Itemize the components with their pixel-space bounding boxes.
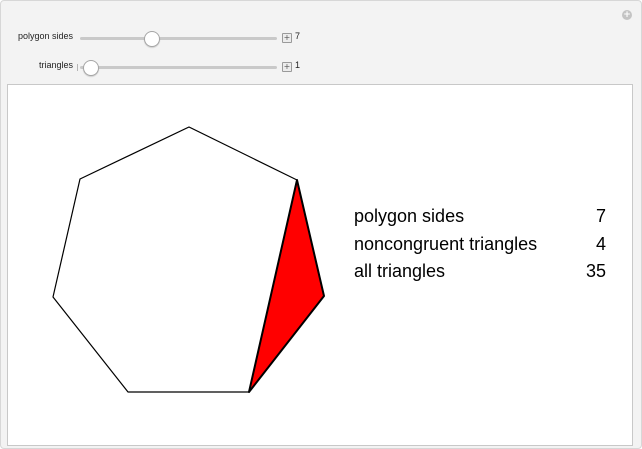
stat-value-noncongruent-triangles: 4 bbox=[595, 233, 606, 254]
stat-row: polygon sides 7 bbox=[354, 206, 614, 234]
stat-row: all triangles 35 bbox=[354, 261, 614, 289]
stat-label-noncongruent-triangles: noncongruent triangles bbox=[354, 233, 538, 254]
stat-value-all-triangles: 35 bbox=[585, 261, 606, 281]
stat-label-all-triangles: all triangles bbox=[354, 261, 446, 281]
stat-value-polygon-sides: 7 bbox=[595, 206, 606, 226]
stats-table: polygon sides 7 noncongruent triangles 4… bbox=[354, 206, 614, 289]
stat-label-polygon-sides: polygon sides bbox=[354, 206, 465, 226]
stat-row: noncongruent triangles 4 bbox=[354, 234, 614, 262]
